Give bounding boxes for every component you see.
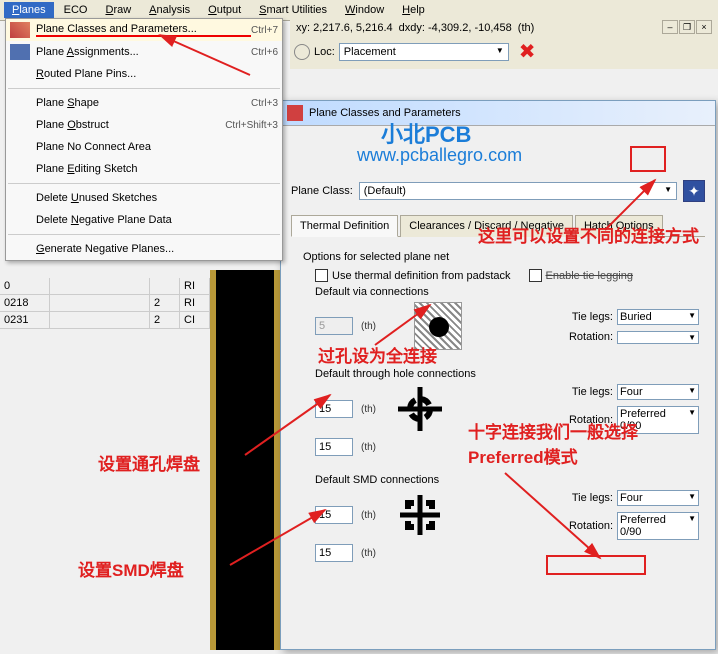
th-preview [396, 385, 444, 433]
plane-class-label: Plane Class: [291, 185, 353, 197]
th-tielegs-select[interactable]: Four▼ [617, 384, 699, 400]
chk-enable-tie[interactable] [529, 269, 542, 282]
smd-rotation-select[interactable]: Preferred 0/90▼ [617, 512, 699, 540]
via-rotation-select[interactable]: ▼ [617, 331, 699, 344]
menu-item-editing-sketch[interactable]: Plane Editing Sketch [6, 158, 282, 180]
menu-item-gen-negative[interactable]: Generate Negative Planes... [6, 238, 282, 260]
grid-icon [10, 22, 30, 38]
th-width1-input[interactable] [315, 400, 353, 418]
menu-window[interactable]: Window [337, 2, 392, 18]
smd-width2-input[interactable] [315, 544, 353, 562]
dxdy-readout: dxdy: -4,309.2, -10,458 [399, 22, 512, 34]
stars-button[interactable]: ✦ [683, 180, 705, 202]
menu-smart[interactable]: Smart Utilities [251, 2, 335, 18]
menu-help[interactable]: Help [394, 2, 433, 18]
table-row[interactable]: 0 RI [0, 278, 210, 295]
restore-button[interactable]: ❐ [679, 20, 695, 34]
annotation-3: 设置通孔焊盘 [98, 450, 200, 475]
th-rotation-select[interactable]: Preferred 0/90▼ [617, 406, 699, 434]
chk-thermal-label: Use thermal definition from padstack [332, 270, 511, 282]
annotation-5: 设置SMD焊盘 [78, 556, 184, 581]
menu-item-no-connect[interactable]: Plane No Connect Area [6, 136, 282, 158]
menu-analysis[interactable]: Analysis [141, 2, 198, 18]
menu-item-plane-classes[interactable]: Plane Classes and Parameters... Ctrl+7 [6, 19, 282, 41]
watermark-url: www.pcballegro.com [357, 145, 522, 166]
separator [8, 234, 280, 235]
minimize-button[interactable]: – [662, 20, 678, 34]
options-label: Options for selected plane net [303, 251, 699, 263]
table-row[interactable]: 0231 2 CI [0, 312, 210, 329]
tab-clearances[interactable]: Clearances / Discard / Negative [400, 215, 573, 237]
separator [8, 183, 280, 184]
menu-item-plane-assignments[interactable]: Plane Assignments... Ctrl+6 [6, 41, 282, 63]
chk-enable-label: Enable tie legging [546, 270, 633, 282]
th-title: Default through hole connections [315, 368, 699, 380]
menu-item-del-unused[interactable]: Delete Unused Sketches [6, 187, 282, 209]
menu-item-routed-pins[interactable]: Routed Plane Pins... [6, 63, 282, 85]
via-tielegs-select[interactable]: Buried▼ [617, 309, 699, 325]
menu-item-del-negative[interactable]: Delete Negative Plane Data [6, 209, 282, 231]
smd-width1-input[interactable] [315, 506, 353, 524]
menu-item-plane-shape[interactable]: Plane Shape Ctrl+3 [6, 92, 282, 114]
tab-bar: Thermal Definition Clearances / Discard … [291, 214, 705, 237]
table-row[interactable]: 0218 2 RI [0, 295, 210, 312]
menu-item-plane-obstruct[interactable]: Plane Obstruct Ctrl+Shift+3 [6, 114, 282, 136]
smd-preview [396, 491, 444, 539]
tab-thermal[interactable]: Thermal Definition [291, 215, 398, 237]
loc-select[interactable]: Placement▼ [339, 43, 509, 61]
toolbar: xy: 2,217.6, 5,216.4 dxdy: -4,309.2, -10… [290, 18, 718, 69]
menu-eco[interactable]: ECO [56, 2, 96, 18]
loc-label: Loc: [314, 46, 335, 58]
smd-tielegs-select[interactable]: Four▼ [617, 490, 699, 506]
plane-classes-dialog: Plane Classes and Parameters 小北PCB www.p… [280, 100, 716, 650]
planes-dropdown: Plane Classes and Parameters... Ctrl+7 P… [5, 18, 283, 261]
close-button[interactable]: × [696, 20, 712, 34]
unit-label: (th) [518, 22, 535, 34]
menu-output[interactable]: Output [200, 2, 249, 18]
via-title: Default via connections [315, 286, 699, 298]
menu-draw[interactable]: Draw [97, 2, 139, 18]
xy-readout: xy: 2,217.6, 5,216.4 [296, 22, 393, 34]
via-preview [414, 302, 462, 350]
th-width2-input[interactable] [315, 438, 353, 456]
menu-planes[interactable]: Planes [4, 2, 54, 18]
dialog-icon [287, 105, 303, 121]
dialog-titlebar[interactable]: Plane Classes and Parameters [281, 101, 715, 126]
smd-title: Default SMD connections [315, 474, 699, 486]
separator [8, 88, 280, 89]
target-icon [294, 44, 310, 60]
via-width-input[interactable] [315, 317, 353, 335]
assign-icon [10, 44, 30, 60]
red-x-icon[interactable]: ✖ [519, 39, 536, 64]
canvas-strip [210, 270, 280, 650]
chk-thermal-padstack[interactable] [315, 269, 328, 282]
plane-class-select[interactable]: (Default)▼ [359, 182, 677, 200]
data-grid: 0 RI 0218 2 RI 0231 2 CI [0, 278, 210, 329]
tab-hatch[interactable]: Hatch Options [575, 215, 663, 237]
